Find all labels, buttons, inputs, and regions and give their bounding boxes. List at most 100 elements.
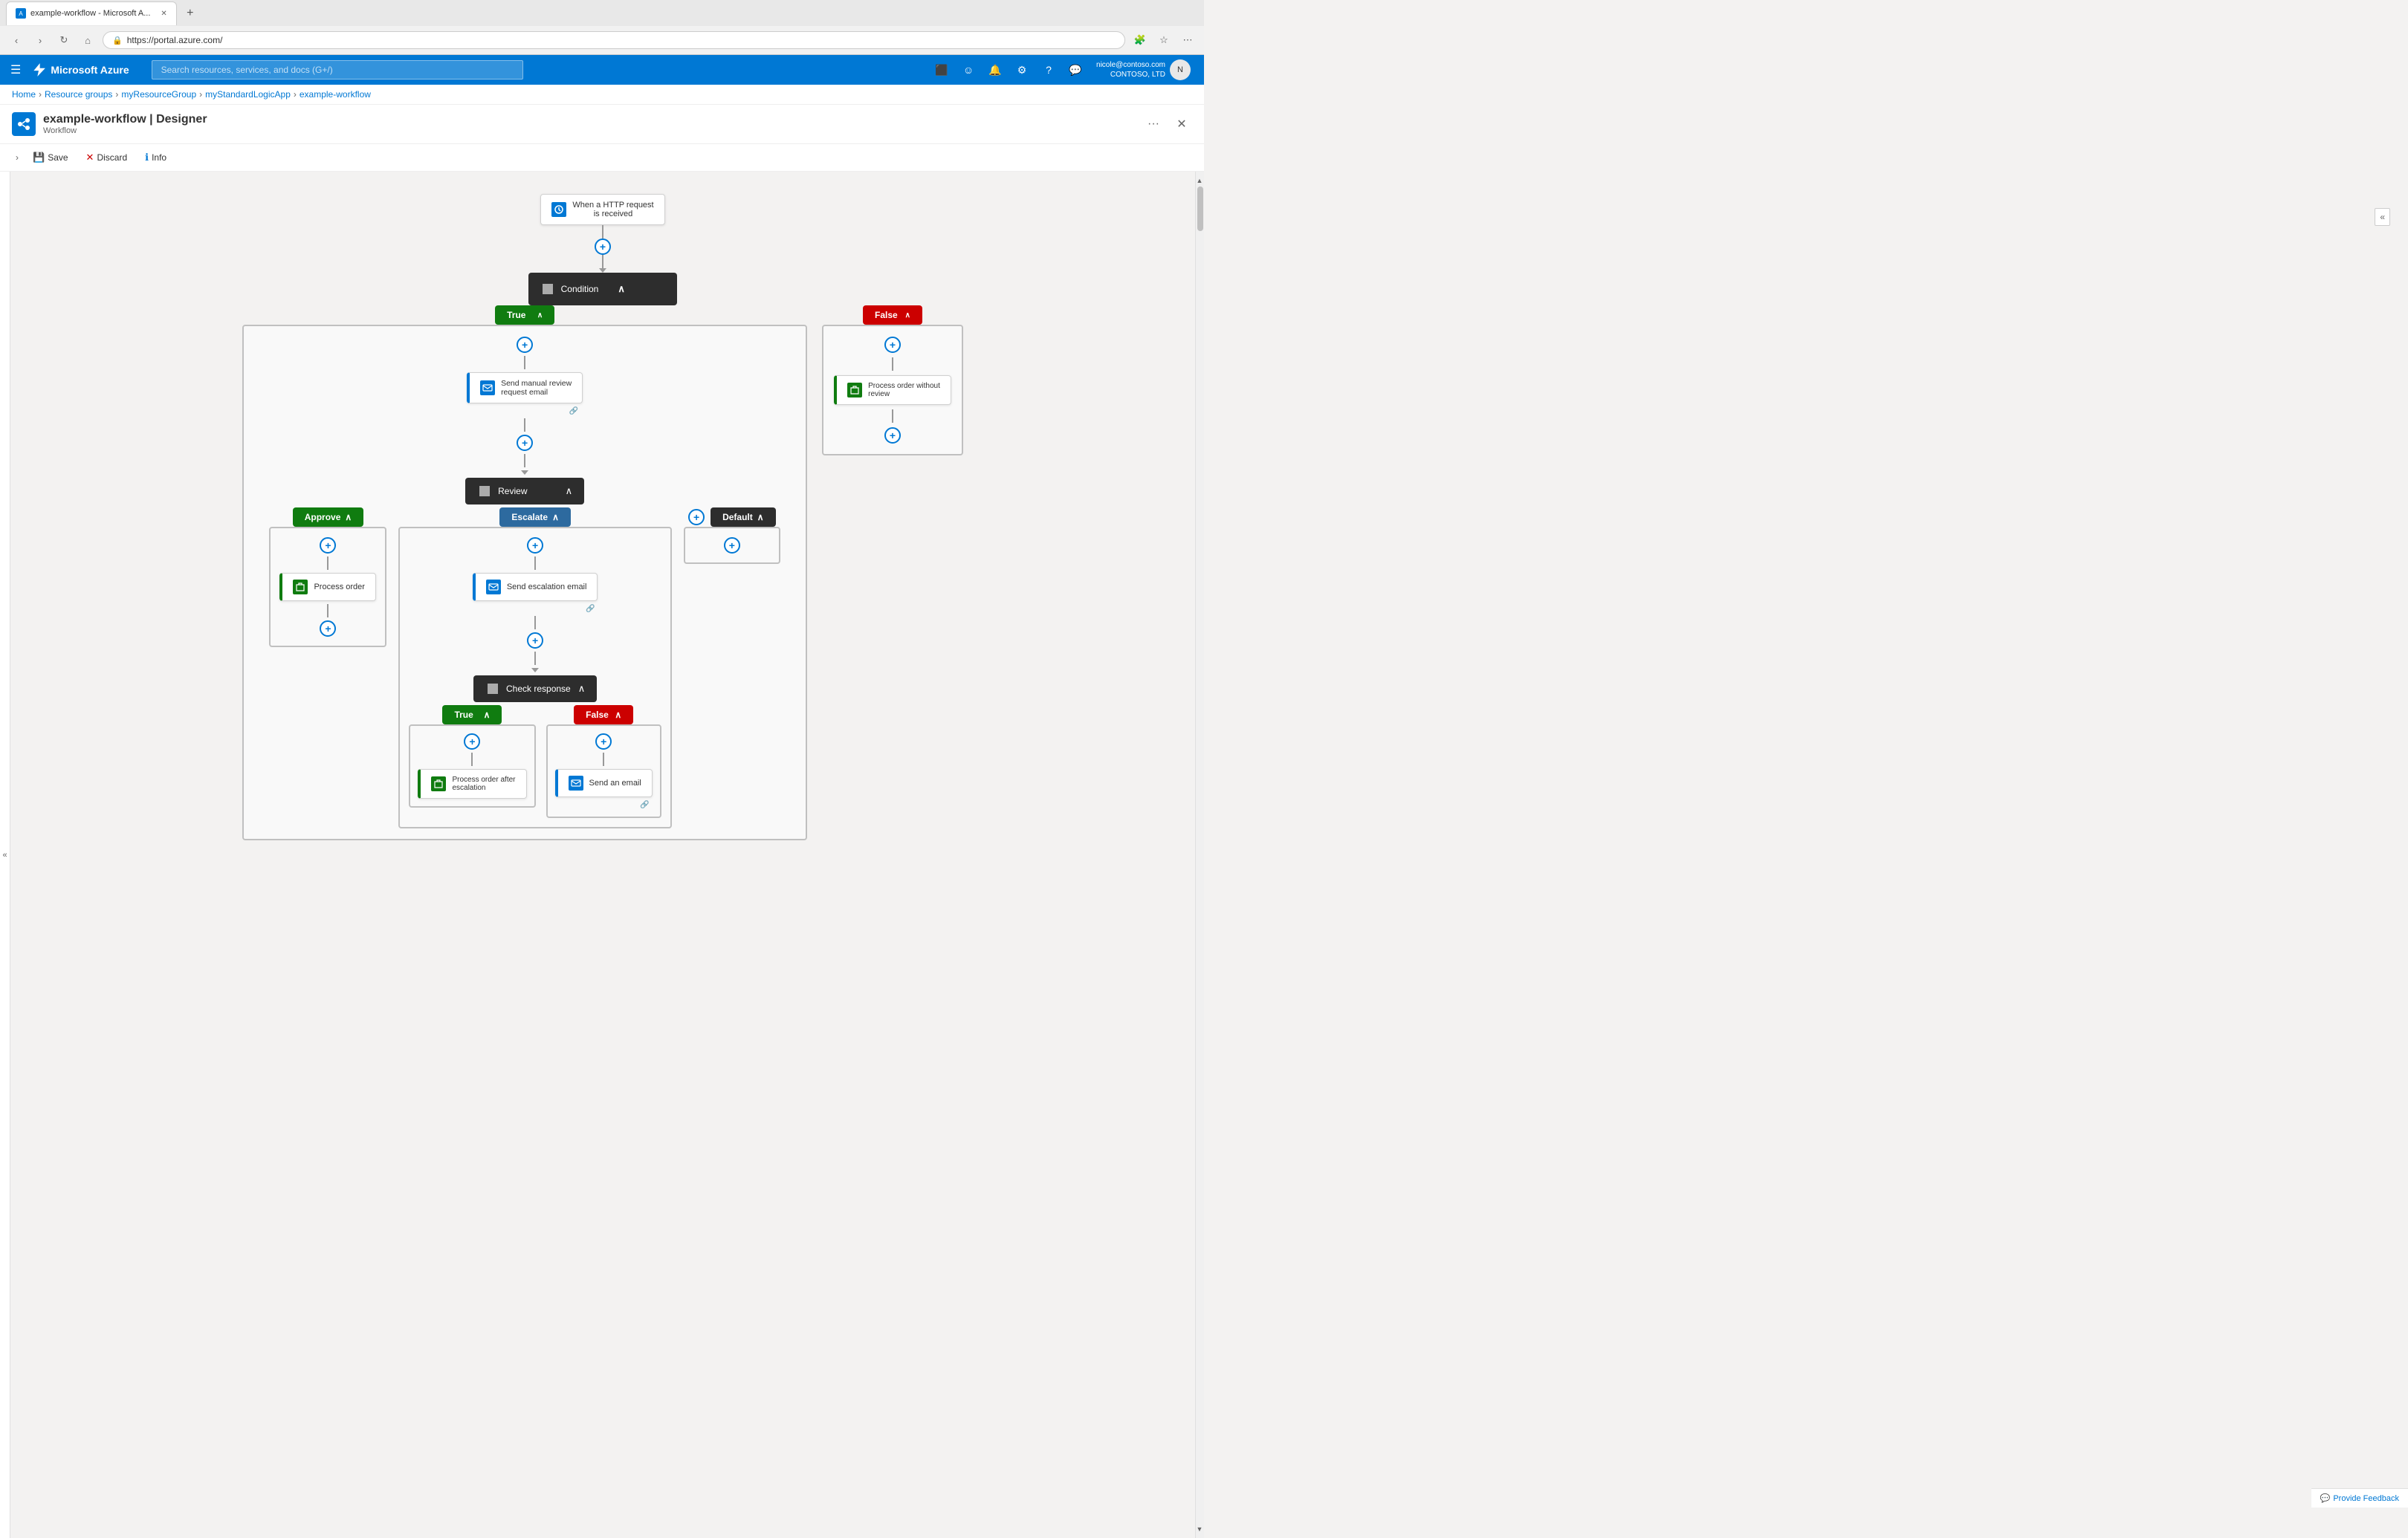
scroll-up-btn[interactable]: ▲	[1195, 175, 1204, 186]
send-review-icon	[480, 380, 495, 395]
condition-node[interactable]: Condition ∧	[528, 273, 678, 305]
process-without-review-node[interactable]: Process order withoutreview	[834, 375, 951, 405]
v-ct-1	[471, 753, 473, 766]
breadcrumb-workflow[interactable]: example-workflow	[300, 89, 371, 100]
review-branches: Approve ∧ +	[269, 507, 780, 828]
false-label: False	[875, 310, 898, 320]
save-icon: 💾	[33, 152, 45, 163]
se-link-row: 🔗	[555, 799, 653, 809]
add-in-true-branch[interactable]: +	[517, 337, 533, 353]
breadcrumb-sep-1: ›	[39, 89, 42, 100]
send-email-wrapper: Send an email 🔗	[555, 769, 653, 809]
breadcrumb-logic-app[interactable]: myStandardLogicApp	[205, 89, 291, 100]
discard-button[interactable]: ✕ Discard	[79, 149, 135, 166]
approve-inner: + Process order	[279, 537, 376, 637]
search-input[interactable]	[152, 60, 523, 80]
breadcrumb-sep-4: ›	[294, 89, 297, 100]
add-after-process-order[interactable]: +	[320, 620, 336, 637]
azure-topbar: ☰ Microsoft Azure ⬛ ☺ 🔔 ⚙ ? 💬 nicole@con…	[0, 55, 1204, 85]
true-branch-header[interactable]: True ∧	[495, 305, 554, 325]
false-branch-header[interactable]: False ∧	[863, 305, 922, 325]
escalate-header[interactable]: Escalate ∧	[499, 507, 571, 527]
check-false-header[interactable]: False ∧	[574, 705, 633, 724]
check-response-collapse[interactable]: ∧	[578, 683, 586, 695]
trigger-node[interactable]: When a HTTP requestis received	[540, 194, 664, 225]
add-after-review-email[interactable]: +	[517, 435, 533, 451]
browser-tab-active[interactable]: A example-workflow - Microsoft A... ✕	[6, 1, 177, 25]
panel-collapse-btn[interactable]: «	[2375, 208, 2390, 226]
left-sidebar[interactable]: «	[0, 172, 10, 1538]
workflow-icon	[12, 112, 36, 136]
browser-chrome: A example-workflow - Microsoft A... ✕ + …	[0, 0, 1204, 55]
approve-header[interactable]: Approve ∧	[293, 507, 363, 527]
add-in-default[interactable]: +	[724, 537, 740, 554]
breadcrumb-sep-3: ›	[199, 89, 202, 100]
condition-collapse-btn[interactable]: ∧	[606, 279, 665, 299]
send-review-email-node[interactable]: Send manual reviewrequest email	[467, 372, 583, 403]
scroll-down-btn[interactable]: ▼	[1195, 1523, 1204, 1535]
send-review-email-wrapper: Send manual reviewrequest email 🔗	[467, 372, 583, 415]
feedback-bar[interactable]: 💬 Provide Feedback	[2311, 1488, 2408, 1508]
designer-canvas: When a HTTP requestis received +	[10, 172, 1195, 1538]
add-in-check-false[interactable]: +	[595, 733, 612, 750]
review-collapse-btn[interactable]: ∧	[566, 485, 573, 497]
feedback-bar-icon: 💬	[2320, 1493, 2331, 1503]
add-in-approve[interactable]: +	[320, 537, 336, 554]
notifications-icon[interactable]: 🔔	[983, 58, 1007, 82]
forward-button[interactable]: ›	[31, 31, 49, 49]
home-button[interactable]: ⌂	[79, 31, 97, 49]
more-options-button[interactable]: ···	[1142, 114, 1165, 134]
save-button[interactable]: 💾 Save	[25, 149, 76, 166]
breadcrumb-resource-groups[interactable]: Resource groups	[45, 89, 112, 100]
add-after-escalation-email[interactable]: +	[527, 632, 543, 649]
right-scrollbar[interactable]: ▲ ▼	[1195, 172, 1204, 1538]
add-in-false[interactable]: +	[884, 337, 901, 353]
hamburger-menu[interactable]: ☰	[7, 59, 24, 80]
browser-menu-button[interactable]: ⋯	[1179, 31, 1197, 49]
feedback-icon[interactable]: ☺	[957, 58, 980, 82]
azure-logo-icon	[31, 62, 46, 77]
true-branch-inner: + Send manual reviewrequest email	[254, 337, 795, 828]
escalate-inner: +	[409, 537, 661, 818]
breadcrumb-home[interactable]: Home	[12, 89, 36, 100]
back-button[interactable]: ‹	[7, 31, 25, 49]
url-bar[interactable]: 🔒 https://portal.azure.com/	[103, 31, 1125, 49]
email-icon-2	[488, 582, 499, 592]
add-before-default[interactable]: +	[688, 509, 705, 525]
default-header[interactable]: Default ∧	[711, 507, 775, 527]
favorites-button[interactable]: ☆	[1155, 31, 1173, 49]
review-node[interactable]: Review ∧	[465, 478, 584, 504]
true-branch-wrapper: True ∧ +	[242, 305, 807, 840]
process-after-escalation-node[interactable]: Process order afterescalation	[418, 769, 526, 799]
user-info[interactable]: nicole@contoso.com CONTOSO, LTD N	[1090, 56, 1197, 83]
pae-svg	[433, 779, 444, 789]
help-icon[interactable]: ?	[1037, 58, 1061, 82]
add-in-check-true[interactable]: +	[464, 733, 480, 750]
process-order-node[interactable]: Process order	[279, 573, 376, 601]
escalate-chevron: ∧	[552, 512, 559, 522]
approve-container: + Process order	[269, 527, 386, 647]
sidebar-expand-button[interactable]: ›	[12, 152, 22, 163]
send-email-node[interactable]: Send an email	[555, 769, 653, 797]
tab-close-button[interactable]: ✕	[161, 10, 166, 18]
chat-icon[interactable]: 💬	[1064, 58, 1087, 82]
scrollbar-thumb[interactable]	[1197, 186, 1203, 231]
breadcrumb-my-resource-group[interactable]: myResourceGroup	[121, 89, 196, 100]
search-bar[interactable]	[152, 60, 523, 80]
add-after-trigger[interactable]: +	[595, 239, 611, 255]
add-in-escalate[interactable]: +	[527, 537, 543, 554]
check-response-node[interactable]: Check response ∧	[473, 675, 597, 702]
extensions-button[interactable]: 🧩	[1131, 31, 1149, 49]
send-escalation-node[interactable]: Send escalation email	[473, 573, 598, 601]
send-escalation-label: Send escalation email	[507, 583, 587, 591]
check-false-container: +	[546, 724, 661, 818]
cloud-shell-icon[interactable]: ⬛	[930, 58, 954, 82]
refresh-button[interactable]: ↻	[55, 31, 73, 49]
add-after-pwr[interactable]: +	[884, 427, 901, 444]
v-approve-2	[327, 604, 328, 617]
new-tab-button[interactable]: +	[180, 3, 201, 24]
check-true-header[interactable]: True ∧	[442, 705, 502, 724]
settings-icon[interactable]: ⚙	[1010, 58, 1034, 82]
close-designer-button[interactable]: ✕	[1171, 114, 1192, 134]
info-button[interactable]: ℹ Info	[137, 149, 174, 166]
